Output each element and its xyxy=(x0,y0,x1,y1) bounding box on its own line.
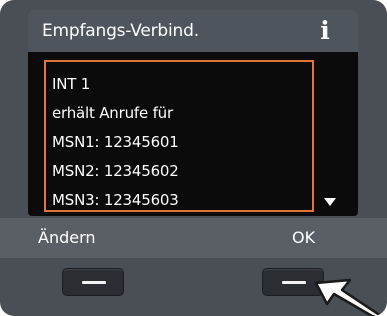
pointer-arrow-icon xyxy=(314,278,384,316)
phone-handset: Empfangs-Verbind. i INT 1 erhält Anrufe … xyxy=(0,0,387,316)
